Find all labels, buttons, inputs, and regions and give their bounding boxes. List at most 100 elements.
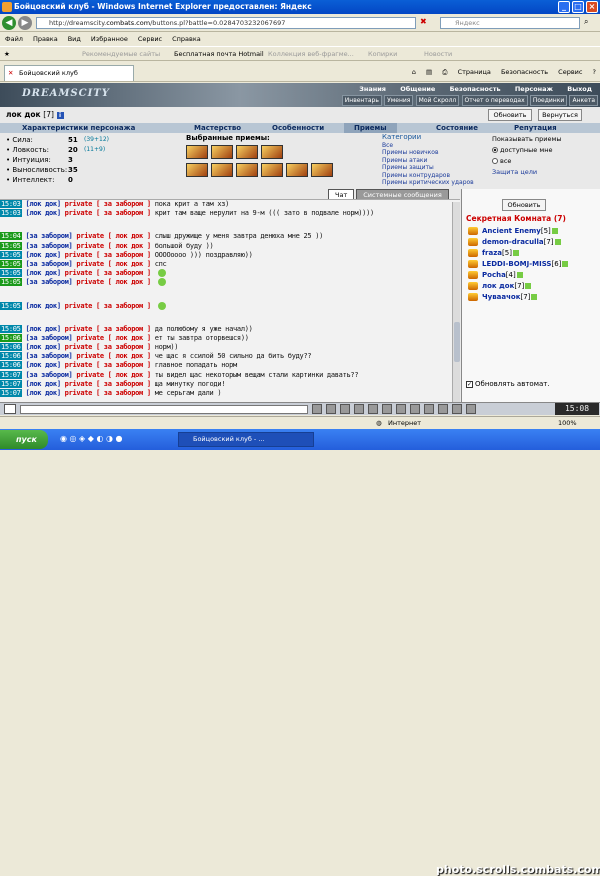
chat-private-tag[interactable]: private [ за забором ]: [65, 200, 151, 208]
chat-private-tag[interactable]: private [ за забором ]: [65, 302, 151, 310]
cmd-security[interactable]: Безопасность: [501, 68, 548, 76]
user-info-icon[interactable]: [512, 250, 519, 256]
fav-item-hotmail[interactable]: Бесплатная почта Hotmail: [174, 47, 264, 61]
sit-icon[interactable]: [396, 404, 406, 414]
category-novice[interactable]: Приемы новичков: [382, 149, 474, 157]
chat-private-tag[interactable]: private [ за забором ]: [65, 209, 151, 217]
sub-fights[interactable]: Поединки: [529, 95, 568, 106]
sub-transfers[interactable]: Отчет о переводах: [461, 95, 528, 106]
sub-skills[interactable]: Умения: [384, 95, 414, 106]
skill-slot[interactable]: [186, 163, 208, 177]
chat-nick[interactable]: [за забором]: [26, 371, 73, 379]
chat-nick[interactable]: [лок док]: [26, 343, 62, 351]
skill-slot[interactable]: [236, 163, 258, 177]
chat-private-tag[interactable]: private [ за забором ]: [65, 251, 151, 259]
chat-nick[interactable]: [за забором]: [26, 278, 73, 286]
chat-private-tag[interactable]: private [ лок док ]: [76, 242, 151, 250]
filter-icon[interactable]: [340, 404, 350, 414]
fight-icon[interactable]: [382, 404, 392, 414]
fav-item-recommended[interactable]: Рекомендуемые сайты: [82, 47, 160, 61]
user-name[interactable]: demon-draculla: [482, 238, 544, 246]
menu-help[interactable]: Справка: [172, 35, 201, 43]
user-info-icon[interactable]: [551, 228, 558, 234]
skill-slot[interactable]: [186, 145, 208, 159]
user-info-icon[interactable]: [554, 239, 561, 245]
chat-nick[interactable]: [за забором]: [26, 334, 73, 342]
tab-features[interactable]: Особенности: [272, 123, 324, 133]
show-all-option[interactable]: все: [492, 156, 562, 167]
auto-refresh-option[interactable]: ✓ Обновлять автомат.: [466, 380, 550, 388]
category-defense[interactable]: Приемы защиты: [382, 164, 474, 172]
url-field[interactable]: http://dreamscity.combats.com/buttons.pl…: [36, 17, 416, 29]
fav-item-webslices[interactable]: Коллекция веб-фрагме...: [268, 47, 354, 61]
user-info-icon[interactable]: [531, 294, 538, 300]
fav-item-news[interactable]: Новости: [424, 47, 452, 61]
chat-private-tag[interactable]: private [ за забором ]: [65, 361, 151, 369]
friends-icon[interactable]: [438, 404, 448, 414]
user-name[interactable]: fraza: [482, 249, 502, 257]
skill-slot[interactable]: [211, 145, 233, 159]
smiley-icon[interactable]: [312, 404, 322, 414]
category-attack[interactable]: Приемы атаки: [382, 157, 474, 165]
room-user[interactable]: fraza[5]: [468, 248, 568, 259]
skill-slot[interactable]: [311, 163, 333, 177]
skill-slot[interactable]: [286, 163, 308, 177]
chat-mode-icon[interactable]: [4, 404, 16, 414]
tab-mastery[interactable]: Мастерство: [194, 123, 241, 133]
user-name[interactable]: лок док: [482, 282, 514, 290]
room-refresh-button[interactable]: Обновить: [502, 199, 546, 211]
chat-nick[interactable]: [лок док]: [26, 302, 62, 310]
chat-private-tag[interactable]: private [ лок док ]: [76, 352, 151, 360]
radio-all[interactable]: [492, 158, 498, 164]
radio-available[interactable]: [492, 147, 498, 153]
cmd-page[interactable]: Страница: [458, 68, 491, 76]
user-info-icon[interactable]: [525, 283, 532, 289]
chat-nick[interactable]: [лок док]: [26, 380, 62, 388]
chat-nick[interactable]: [за забором]: [26, 260, 73, 268]
category-counter[interactable]: Приемы контрударов: [382, 172, 474, 180]
chat-private-tag[interactable]: private [ за забором ]: [65, 343, 151, 351]
skill-slot[interactable]: [261, 163, 283, 177]
nav-knowledge[interactable]: Знания: [353, 84, 392, 94]
cmd-tools[interactable]: Сервис: [558, 68, 582, 76]
nav-character[interactable]: Персонаж: [509, 84, 559, 94]
start-button[interactable]: пуск: [0, 430, 48, 449]
user-info-icon[interactable]: [562, 261, 569, 267]
chat-input[interactable]: [20, 405, 308, 414]
music-icon[interactable]: [368, 404, 378, 414]
user-name[interactable]: Чуваачок: [482, 293, 520, 301]
chat-private-tag[interactable]: private [ за забором ]: [65, 380, 151, 388]
scrollbar-thumb[interactable]: [454, 322, 460, 362]
maximize-button[interactable]: □: [572, 1, 584, 13]
show-available-option[interactable]: доступные мне: [492, 145, 562, 156]
skill-slot[interactable]: [211, 163, 233, 177]
sub-profile[interactable]: Анкета: [569, 95, 598, 106]
clear-icon[interactable]: [326, 404, 336, 414]
room-user[interactable]: Чуваачок[7]: [468, 292, 568, 303]
chat-nick[interactable]: [лок док]: [26, 200, 62, 208]
category-all[interactable]: Все: [382, 142, 474, 150]
close-button[interactable]: ×: [586, 1, 598, 13]
chat-private-tag[interactable]: private [ лок док ]: [76, 278, 151, 286]
refresh-stop-icon[interactable]: ✖: [420, 17, 427, 26]
user-name[interactable]: Ancient Enemy: [482, 227, 541, 235]
mail-icon[interactable]: [424, 404, 434, 414]
menu-favorites[interactable]: Избранное: [91, 35, 128, 43]
menu-view[interactable]: Вид: [68, 35, 81, 43]
category-critical[interactable]: Приемы критических ударов: [382, 179, 474, 187]
chat-private-tag[interactable]: private [ за забором ]: [65, 269, 151, 277]
room-user[interactable]: LEDDI-BOMJ-MISS[6]: [468, 259, 569, 270]
skill-slot[interactable]: [261, 145, 283, 159]
fav-item-copies[interactable]: Копирки: [368, 47, 397, 61]
room-user[interactable]: лок док[7]: [468, 281, 568, 292]
tab-reputation[interactable]: Репутация: [514, 123, 557, 133]
forward-arrow-icon[interactable]: ▶: [18, 16, 32, 30]
chat-private-tag[interactable]: private [ за забором ]: [65, 389, 151, 397]
exit-icon[interactable]: [466, 404, 476, 414]
map-icon[interactable]: [410, 404, 420, 414]
chat-nick[interactable]: [лок док]: [26, 389, 62, 397]
minimize-button[interactable]: _: [558, 1, 570, 13]
return-button[interactable]: Вернуться: [538, 109, 582, 121]
chat-nick[interactable]: [лок док]: [26, 269, 62, 277]
help-icon[interactable]: ?: [593, 68, 596, 76]
